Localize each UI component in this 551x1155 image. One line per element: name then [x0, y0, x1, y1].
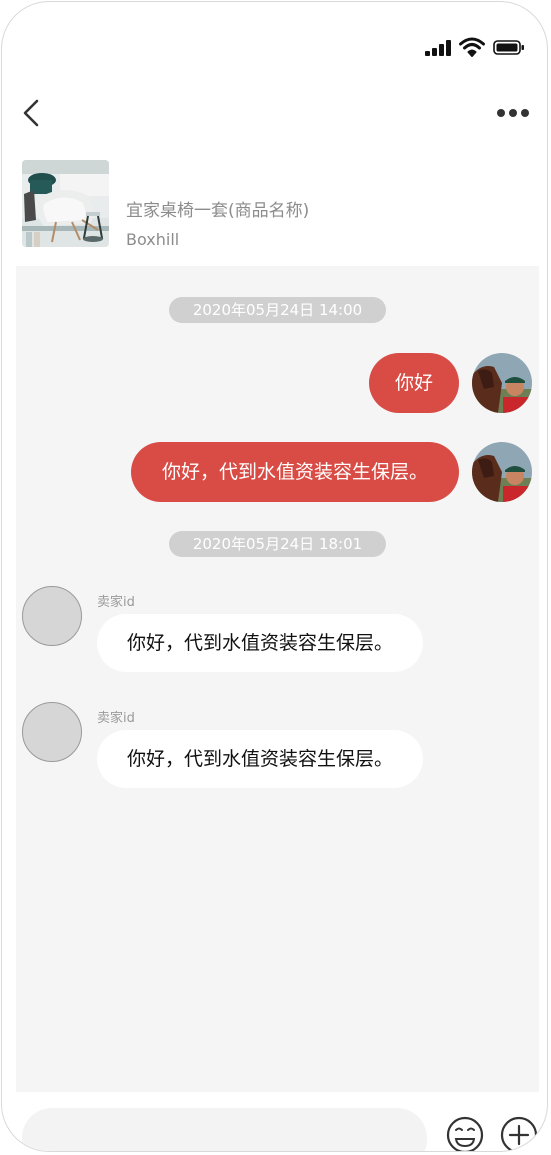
battery-icon: [493, 40, 524, 55]
sent-message-bubble[interactable]: 你好: [369, 353, 459, 413]
product-name: 宜家桌椅一套(商品名称): [126, 201, 310, 221]
seller-name: 卖家id: [97, 595, 135, 610]
sent-message-bubble[interactable]: 你好，代到水值资装容生保层。: [131, 442, 459, 502]
seller-avatar[interactable]: [22, 586, 82, 646]
seller-name: 卖家id: [97, 711, 135, 726]
user-avatar-image: [472, 353, 532, 413]
seller-avatar[interactable]: [22, 702, 82, 762]
product-store: Boxhill: [126, 230, 180, 249]
received-message-bubble[interactable]: 你好，代到水值资装容生保层。: [97, 614, 423, 672]
user-avatar[interactable]: [472, 442, 532, 502]
product-image: [22, 160, 109, 247]
phone-frame: 宜家桌椅一套(商品名称) Boxhill 2020年05月24日 14:00 你…: [1, 1, 548, 1152]
chat-area[interactable]: 2020年05月24日 14:00 你好 你好，代到水值资装容生保层。 2020…: [16, 266, 539, 1092]
wifi-icon: [459, 37, 485, 57]
user-avatar-image: [472, 442, 532, 502]
message-timestamp: 2020年05月24日 14:00: [169, 297, 386, 323]
more-icon[interactable]: [497, 106, 529, 120]
user-avatar[interactable]: [472, 353, 532, 413]
received-message-bubble[interactable]: 你好，代到水值资装容生保层。: [97, 730, 423, 788]
emoji-icon[interactable]: [445, 1115, 485, 1152]
product-thumbnail[interactable]: [22, 160, 109, 247]
signal-icon: [425, 40, 453, 56]
message-timestamp: 2020年05月24日 18:01: [169, 531, 386, 557]
plus-icon[interactable]: [499, 1115, 539, 1152]
back-icon[interactable]: [20, 98, 48, 128]
message-input[interactable]: [22, 1108, 427, 1151]
